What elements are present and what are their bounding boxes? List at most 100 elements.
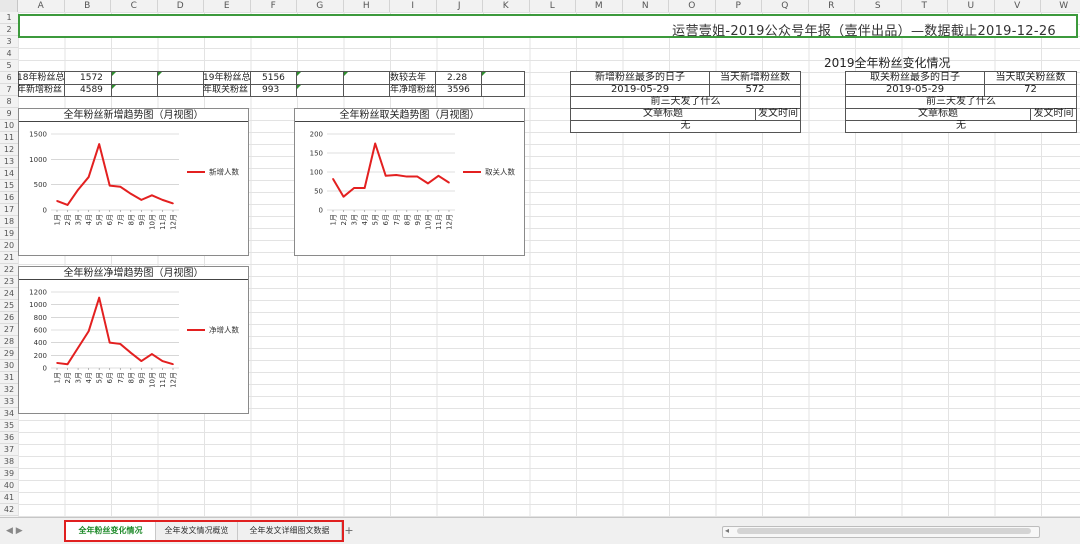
sheet-tab-posts-detail[interactable]: 全年发文详细图文数据 <box>238 522 342 540</box>
row-header[interactable]: 38 <box>0 456 18 468</box>
x-tick-label: 6月 <box>106 372 114 383</box>
column-header[interactable]: U <box>948 0 995 12</box>
row-header[interactable]: 41 <box>0 492 18 504</box>
column-header[interactable]: C <box>111 0 158 12</box>
row-header[interactable]: 2 <box>0 24 18 36</box>
column-header[interactable]: H <box>344 0 390 12</box>
row-header[interactable]: 12 <box>0 144 18 156</box>
column-header[interactable]: D <box>158 0 204 12</box>
row-header[interactable]: 32 <box>0 384 18 396</box>
title-merged-cell[interactable]: 运营壹姐-2019公众号年报（壹伴出品）—数据截止2019-12-26 <box>18 14 1078 39</box>
column-header[interactable]: R <box>809 0 855 12</box>
row-header[interactable]: 10 <box>0 120 18 132</box>
row-header[interactable]: 23 <box>0 276 18 288</box>
data-point <box>77 346 79 349</box>
column-header[interactable]: A <box>18 0 65 12</box>
row-header[interactable]: 42 <box>0 504 18 516</box>
row-header[interactable]: 24 <box>0 288 18 300</box>
sheet-grid[interactable]: 运营壹姐-2019公众号年报（壹伴出品）—数据截止2019-12-26 2019… <box>18 12 1080 517</box>
row-header[interactable]: 39 <box>0 468 18 480</box>
column-header[interactable]: V <box>995 0 1041 12</box>
data-point <box>427 182 429 185</box>
row-header[interactable]: 20 <box>0 240 18 252</box>
column-header[interactable]: F <box>251 0 297 12</box>
row-header[interactable]: 26 <box>0 312 18 324</box>
column-header[interactable]: M <box>576 0 623 12</box>
row-header[interactable]: 15 <box>0 180 18 192</box>
horizontal-scrollbar[interactable]: ◂ <box>722 526 1040 538</box>
data-point <box>161 199 164 201</box>
data-point <box>172 202 174 205</box>
row-header[interactable]: 1 <box>0 12 18 24</box>
row-header[interactable]: 21 <box>0 252 18 264</box>
row-header[interactable]: 7 <box>0 84 18 96</box>
row-header[interactable]: 13 <box>0 156 18 168</box>
stat-label-net: 年净增粉丝 <box>390 85 435 95</box>
x-tick-label: 9月 <box>414 214 422 225</box>
column-header[interactable]: S <box>855 0 902 12</box>
scroll-thumb[interactable] <box>737 528 1031 534</box>
new-peak-none: 无 <box>680 120 691 131</box>
column-header[interactable]: N <box>623 0 669 12</box>
column-header[interactable]: K <box>483 0 530 12</box>
row-header[interactable]: 35 <box>0 420 18 432</box>
row-header[interactable]: 4 <box>0 48 18 60</box>
row-header-bar: 1 2 3 4 5 6 7 8 9 10 11 12 13 14 15 16 17 18 19 20 21 22 23 24 2… <box>0 12 19 517</box>
row-header[interactable]: 31 <box>0 372 18 384</box>
stats-summary-box: 18年粉丝总 1572 19年粉丝总 5156 数较去年 2.28 年新增粉丝 … <box>18 71 525 97</box>
add-sheet-icon[interactable]: + <box>344 522 354 540</box>
row-header[interactable]: 19 <box>0 228 18 240</box>
row-header[interactable]: 18 <box>0 216 18 228</box>
unfollow-peak-table: 取关粉丝最多的日子 当天取关粉丝数 2019-05-29 72 前三天发了什么 … <box>845 71 1077 133</box>
data-point <box>98 296 100 299</box>
column-header[interactable]: L <box>530 0 576 12</box>
row-header[interactable]: 3 <box>0 36 18 48</box>
row-header[interactable]: 34 <box>0 408 18 420</box>
column-header[interactable]: O <box>669 0 716 12</box>
row-header[interactable]: 29 <box>0 348 18 360</box>
net-growth-chart[interactable]: 全年粉丝净增趋势图（月视图） 0 200 400 600 800 1000 1200 1月 2月… <box>18 266 249 414</box>
unfollow-peak-header-count: 当天取关粉丝数 <box>995 72 1066 83</box>
x-tick-label: 6月 <box>106 214 114 225</box>
row-header[interactable]: 40 <box>0 480 18 492</box>
row-header[interactable]: 5 <box>0 60 18 72</box>
row-header[interactable]: 25 <box>0 300 18 312</box>
unfollow-chart[interactable]: 全年粉丝取关趋势图（月视图） 0 50 100 150 200 1月 2月 3月 4月 5月 6月 7… <box>294 108 525 256</box>
row-header[interactable]: 33 <box>0 396 18 408</box>
x-tick-label: 2月 <box>340 214 348 225</box>
row-header[interactable]: 36 <box>0 432 18 444</box>
row-header[interactable]: 28 <box>0 336 18 348</box>
row-header[interactable]: 27 <box>0 324 18 336</box>
column-header[interactable]: I <box>390 0 437 12</box>
row-header[interactable]: 14 <box>0 168 18 180</box>
column-header[interactable]: G <box>297 0 344 12</box>
select-all-corner[interactable] <box>0 0 18 12</box>
row-header[interactable]: 6 <box>0 72 18 84</box>
sheet-tab-posts-overview[interactable]: 全年发文情况概览 <box>156 522 238 540</box>
scroll-left-icon[interactable]: ◂ <box>725 526 729 535</box>
row-header[interactable]: 11 <box>0 132 18 144</box>
column-header[interactable]: J <box>437 0 483 12</box>
row-header[interactable]: 30 <box>0 360 18 372</box>
unfollow-peak-col-title: 文章标题 <box>918 108 958 119</box>
data-point <box>151 194 153 197</box>
x-tick-label: 4月 <box>361 214 369 225</box>
data-point <box>161 360 164 362</box>
column-header[interactable]: Q <box>762 0 809 12</box>
column-header[interactable]: B <box>65 0 111 12</box>
sheet-nav-arrows[interactable]: ◀ ▶ <box>6 524 56 538</box>
row-header[interactable]: 37 <box>0 444 18 456</box>
row-header[interactable]: 9 <box>0 108 18 120</box>
sheet-tab-fans[interactable]: 全年粉丝变化情况 <box>66 522 156 540</box>
row-header[interactable]: 22 <box>0 264 18 276</box>
column-header[interactable]: T <box>902 0 948 12</box>
new-followers-chart[interactable]: 全年粉丝新增趋势图（月视图） 0 500 1000 1500 1月 2月 3月 4月 5月 6月 7… <box>18 108 249 256</box>
unfollow-peak-header-day: 取关粉丝最多的日子 <box>870 72 960 83</box>
column-header[interactable]: E <box>204 0 251 12</box>
column-header[interactable]: P <box>716 0 762 12</box>
y-tick-label: 400 <box>34 339 47 347</box>
row-header[interactable]: 16 <box>0 192 18 204</box>
row-header[interactable]: 17 <box>0 204 18 216</box>
column-header[interactable]: W <box>1041 0 1080 12</box>
row-header[interactable]: 8 <box>0 96 18 108</box>
